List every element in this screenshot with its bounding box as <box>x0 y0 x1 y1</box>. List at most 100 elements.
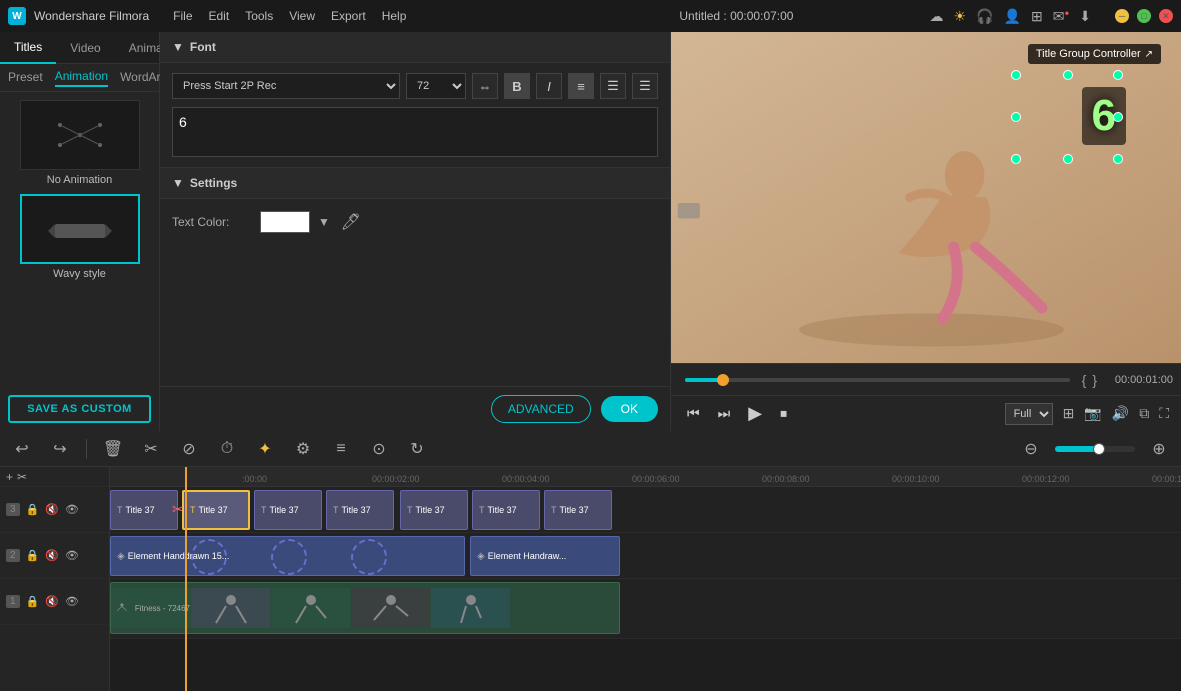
progress-bar[interactable] <box>685 378 1070 382</box>
title-clip-4[interactable]: T Title 37 <box>326 490 394 530</box>
sun-icon[interactable]: ☀ <box>954 8 967 25</box>
target-button[interactable]: ⊙ <box>365 435 393 463</box>
menu-export[interactable]: Export <box>331 9 366 23</box>
align-right-button[interactable]: ☰ <box>632 73 658 99</box>
control-dot-tc[interactable] <box>1063 70 1073 80</box>
download-icon[interactable]: ⬇ <box>1079 8 1091 25</box>
element-clip-2[interactable]: ◈ Element Handraw... <box>470 536 620 576</box>
control-dot-bc[interactable] <box>1063 154 1073 164</box>
track-1-mute-icon[interactable]: 🔇 <box>45 595 59 608</box>
title-clip-3[interactable]: T Title 37 <box>254 490 322 530</box>
bracket-in-button[interactable]: { <box>1082 372 1087 388</box>
thumb-no-animation-box[interactable] <box>20 100 140 170</box>
ok-button[interactable]: OK <box>601 396 658 422</box>
title-clip-1[interactable]: T Title 37 <box>110 490 178 530</box>
mail-icon[interactable]: ✉● <box>1053 8 1070 25</box>
title-clip-7[interactable]: T Title 37 <box>544 490 612 530</box>
text-color-swatch[interactable] <box>260 211 310 233</box>
sub-tab-wordart[interactable]: WordArt <box>120 70 164 86</box>
control-dot-br[interactable] <box>1113 154 1123 164</box>
control-dot-tr[interactable] <box>1113 70 1123 80</box>
video-clip-1[interactable]: Fitness - 72467 <box>110 582 620 634</box>
redo-button[interactable]: ↪ <box>46 435 74 463</box>
add-track-button[interactable]: + <box>6 470 13 484</box>
title-clip-5[interactable]: T Title 37 <box>400 490 468 530</box>
tab-titles[interactable]: Titles <box>0 32 56 64</box>
track-1-lock-icon[interactable]: 🔒 <box>26 595 40 608</box>
progress-thumb[interactable] <box>717 374 729 386</box>
thumb-no-animation[interactable]: No Animation <box>8 100 151 186</box>
menu-edit[interactable]: Edit <box>209 9 230 23</box>
control-dot-mr[interactable] <box>1113 112 1123 122</box>
star-button[interactable]: ✦ <box>251 435 279 463</box>
track-2-lock-icon[interactable]: 🔒 <box>26 549 40 562</box>
zoom-in-button[interactable]: ⊕ <box>1145 435 1173 463</box>
menu-help[interactable]: Help <box>382 9 407 23</box>
title-clip-2[interactable]: T Title 37 <box>182 490 250 530</box>
close-button[interactable]: ✕ <box>1159 9 1173 23</box>
stop-button[interactable]: ⏹ <box>776 403 791 424</box>
track-3-mute-icon[interactable]: 🔇 <box>45 503 59 516</box>
dropdown-arrow-icon[interactable]: ▼ <box>318 215 330 229</box>
cut-track-button[interactable]: ✂ <box>17 470 27 484</box>
no-edit-button[interactable]: ⊘ <box>175 435 203 463</box>
quality-select[interactable]: Full <box>1005 403 1053 425</box>
thumb-wavy[interactable]: Wavy style <box>8 194 151 280</box>
title-clip-6[interactable]: T Title 37 <box>472 490 540 530</box>
menu-tools[interactable]: Tools <box>245 9 273 23</box>
track-2-eye-icon[interactable]: 👁 <box>65 549 79 562</box>
control-dot-ml[interactable] <box>1011 112 1021 122</box>
track-3-eye-icon[interactable]: 👁 <box>65 503 79 516</box>
grid-icon[interactable]: ⊞ <box>1031 8 1043 25</box>
step-back-button[interactable]: ⏮ <box>683 403 704 424</box>
font-family-select[interactable]: Press Start 2P Rec <box>172 73 400 99</box>
italic-button[interactable]: I <box>536 73 562 99</box>
timeline-ruler[interactable]: :00:00 00:00:02:00 00:00:04:00 00:00:06:… <box>110 467 1181 487</box>
align-left-button[interactable]: ≡ <box>568 73 594 99</box>
menu-view[interactable]: View <box>289 9 315 23</box>
track-1-eye-icon[interactable]: 👁 <box>65 595 79 608</box>
menu-file[interactable]: File <box>173 9 192 23</box>
sub-tab-animation[interactable]: Animation <box>55 69 108 87</box>
cut-button[interactable]: ✂ <box>137 435 165 463</box>
zoom-thumb[interactable] <box>1093 443 1105 455</box>
user-icon[interactable]: 👤 <box>1004 8 1021 25</box>
control-dot-tl[interactable] <box>1011 70 1021 80</box>
screen-fit-button[interactable]: ⊞ <box>1063 405 1075 422</box>
refresh-button[interactable]: ↻ <box>403 435 431 463</box>
save-as-custom-button[interactable]: SAVE AS CUSTOM <box>8 395 151 423</box>
align-center-button[interactable]: ☰ <box>600 73 626 99</box>
headphones-icon[interactable]: 🎧 <box>976 8 993 25</box>
text-preview-area[interactable]: 6 <box>172 107 658 157</box>
cloud-icon[interactable]: ☁ <box>930 8 944 25</box>
volume-button[interactable]: 🔊 <box>1112 405 1129 422</box>
settings-button[interactable]: ⚙ <box>289 435 317 463</box>
bold-button[interactable]: B <box>504 73 530 99</box>
maximize-button[interactable]: □ <box>1137 9 1151 23</box>
back-frame-button[interactable]: ⏭ <box>714 403 735 424</box>
element-clip-1[interactable]: ◈ Element Handdrawn 15... <box>110 536 465 576</box>
thumb-wavy-box[interactable] <box>20 194 140 264</box>
undo-button[interactable]: ↩ <box>8 435 36 463</box>
bracket-out-button[interactable]: } <box>1092 372 1097 388</box>
control-dot-bl[interactable] <box>1011 154 1021 164</box>
clock-button[interactable]: ⏱ <box>213 435 241 463</box>
tab-video[interactable]: Video <box>56 32 114 64</box>
minimize-button[interactable]: ─ <box>1115 9 1129 23</box>
zoom-out-button[interactable]: ⊖ <box>1017 435 1045 463</box>
advanced-button[interactable]: ADVANCED <box>491 395 591 423</box>
eyedropper-button[interactable]: 🖊 <box>338 209 364 235</box>
track-3-lock-icon[interactable]: 🔒 <box>26 503 40 516</box>
fullscreen-button[interactable]: ⛶ <box>1159 405 1169 422</box>
delete-button[interactable]: 🗑 <box>99 435 127 463</box>
bars-button[interactable]: ≡ <box>327 435 355 463</box>
zoom-slider[interactable] <box>1055 446 1135 452</box>
play-button[interactable]: ▶ <box>744 401 766 426</box>
sub-tab-preset[interactable]: Preset <box>8 70 43 86</box>
screenshot-button[interactable]: 📷 <box>1084 405 1101 422</box>
settings-section-header[interactable]: ▼ Settings <box>160 168 670 199</box>
track-2-mute-icon[interactable]: 🔇 <box>45 549 59 562</box>
pip-button[interactable]: ⧉ <box>1139 405 1149 422</box>
font-size-select[interactable]: 72 <box>406 73 466 99</box>
letter-spacing-button[interactable]: ⇔ <box>472 73 498 99</box>
